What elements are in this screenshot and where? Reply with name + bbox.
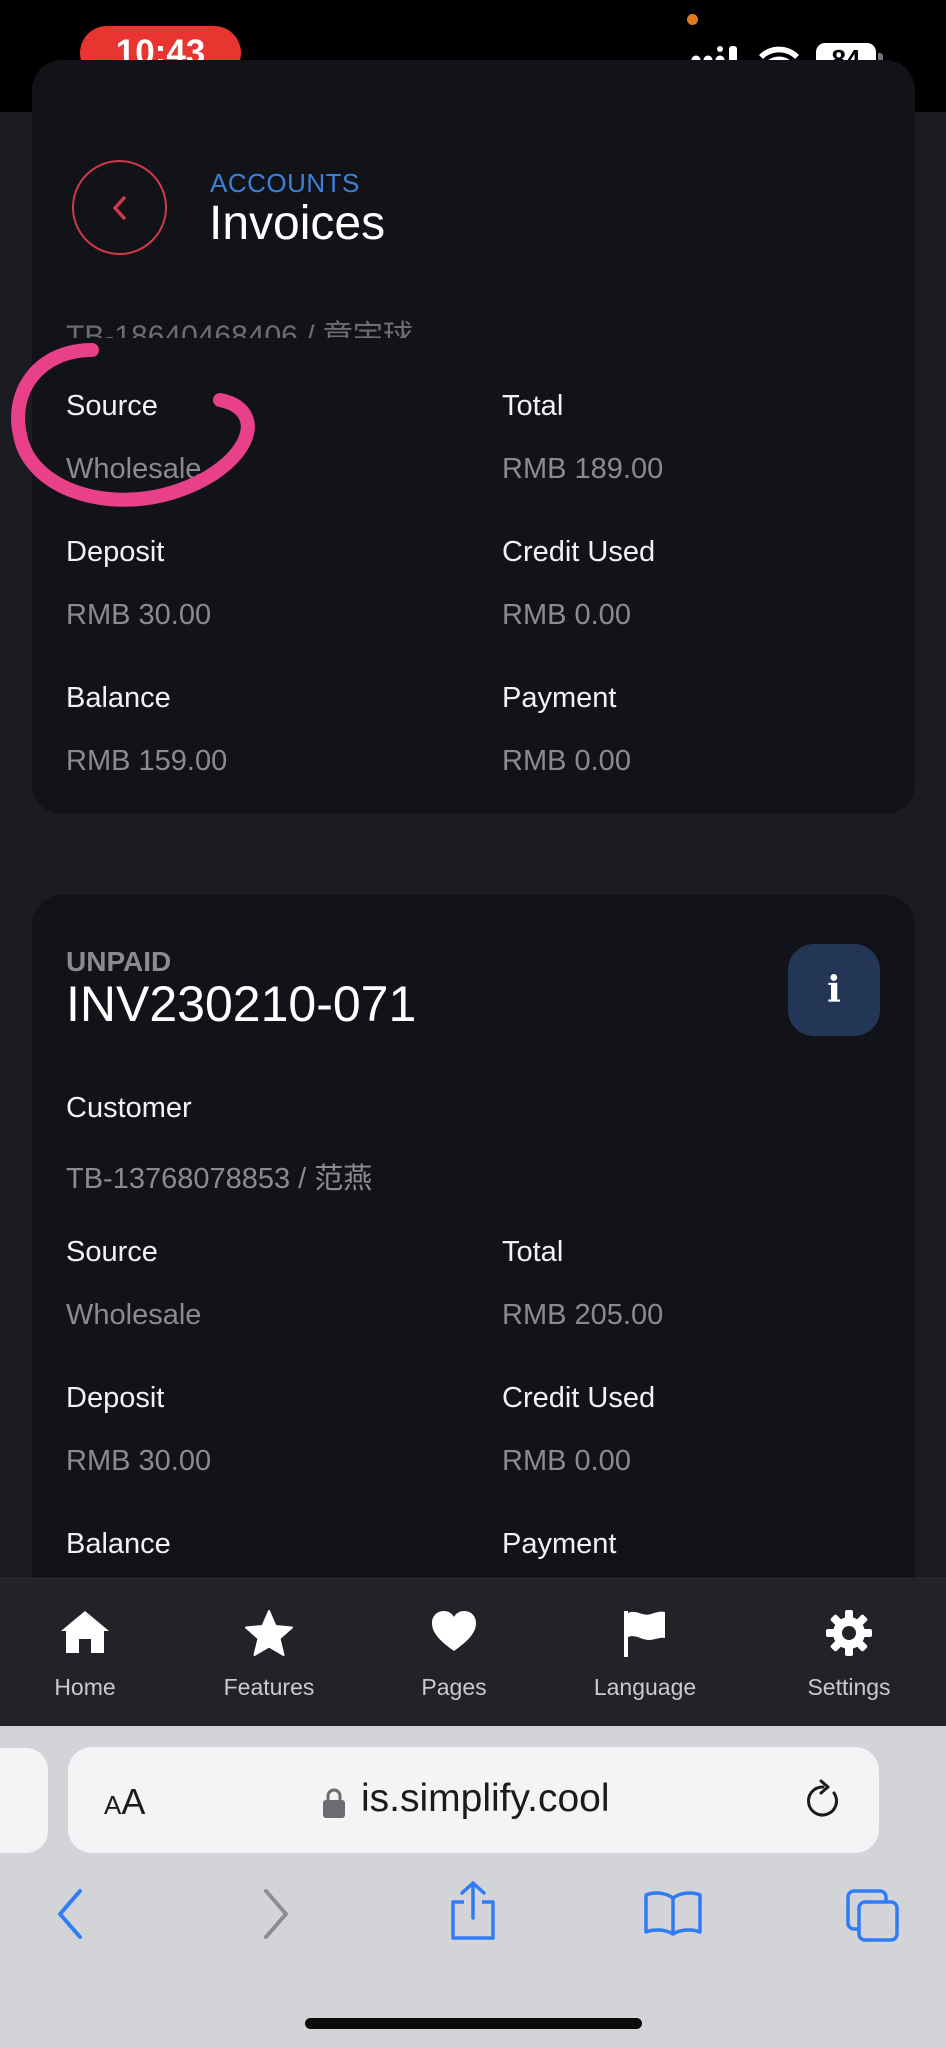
- field-label-credit-used: Credit Used: [502, 1382, 656, 1414]
- info-button[interactable]: i: [788, 944, 880, 1036]
- field-value-total: RMB 205.00: [502, 1299, 664, 1331]
- breadcrumb[interactable]: ACCOUNTS: [210, 168, 360, 199]
- tab-pages[interactable]: Pages: [379, 1579, 529, 1727]
- back-nav-icon[interactable]: [54, 1887, 86, 1941]
- field-value-customer: TB-13768078853 / 范燕: [66, 1163, 373, 1195]
- field-value-total: RMB 189.00: [502, 453, 664, 485]
- lock-icon: [323, 1788, 345, 1818]
- field-value-deposit: RMB 30.00: [66, 1445, 212, 1477]
- page-title: Invoices: [209, 197, 386, 250]
- field-label-balance: Balance: [66, 682, 171, 714]
- field-value-payment: RMB 0.00: [502, 745, 631, 777]
- share-icon[interactable]: [447, 1880, 499, 1942]
- annotation-circle: [11, 343, 255, 507]
- star-icon: [245, 1610, 293, 1656]
- field-value-deposit: RMB 30.00: [66, 599, 212, 631]
- bookmarks-icon[interactable]: [643, 1890, 703, 1936]
- reload-icon[interactable]: [803, 1779, 843, 1823]
- field-label-total: Total: [502, 1236, 564, 1268]
- field-value-source: Wholesale: [66, 1299, 202, 1331]
- tab-label: Pages: [421, 1674, 487, 1700]
- tab-label: Settings: [807, 1674, 891, 1700]
- tab-features[interactable]: Features: [194, 1579, 344, 1727]
- tab-label: Features: [223, 1674, 315, 1700]
- heart-icon: [432, 1611, 476, 1651]
- field-label-customer: Customer: [66, 1092, 192, 1124]
- chevron-left-icon: [112, 195, 126, 220]
- flag-icon: [624, 1611, 665, 1657]
- back-button[interactable]: [72, 160, 167, 255]
- forward-nav-icon[interactable]: [260, 1887, 292, 1941]
- field-label-source: Source: [66, 1236, 158, 1268]
- field-value-credit-used: RMB 0.00: [502, 599, 631, 631]
- tab-language[interactable]: Language: [570, 1579, 720, 1727]
- tab-home[interactable]: Home: [10, 1579, 160, 1727]
- home-indicator: [305, 2018, 642, 2029]
- invoice-status-badge: UNPAID: [66, 946, 172, 977]
- bottom-tab-bar: Home Features Pages Language Settings: [0, 1578, 946, 1727]
- tabs-icon[interactable]: [845, 1888, 901, 1944]
- url-text[interactable]: is.simplify.cool: [361, 1777, 610, 1821]
- tab-label: Language: [593, 1674, 697, 1700]
- field-label-credit-used: Credit Used: [502, 536, 656, 568]
- field-value-balance: RMB 159.00: [66, 745, 228, 777]
- field-label-balance: Balance: [66, 1528, 171, 1560]
- invoice-number: INV230210-071: [66, 976, 417, 1032]
- field-label-deposit: Deposit: [66, 536, 165, 568]
- gear-icon: [826, 1610, 872, 1656]
- field-label-payment: Payment: [502, 682, 617, 714]
- tab-label: Home: [54, 1674, 116, 1700]
- field-label-payment: Payment: [502, 1528, 617, 1560]
- field-label-deposit: Deposit: [66, 1382, 165, 1414]
- home-icon: [61, 1611, 109, 1653]
- field-label-total: Total: [502, 390, 564, 422]
- previous-tab-preview[interactable]: [0, 1748, 48, 1853]
- field-value-credit-used: RMB 0.00: [502, 1445, 631, 1477]
- text-size-button[interactable]: AA: [104, 1781, 145, 1823]
- info-icon: i: [827, 969, 841, 1011]
- tab-settings[interactable]: Settings: [774, 1579, 924, 1727]
- privacy-indicator-dot: [687, 14, 698, 25]
